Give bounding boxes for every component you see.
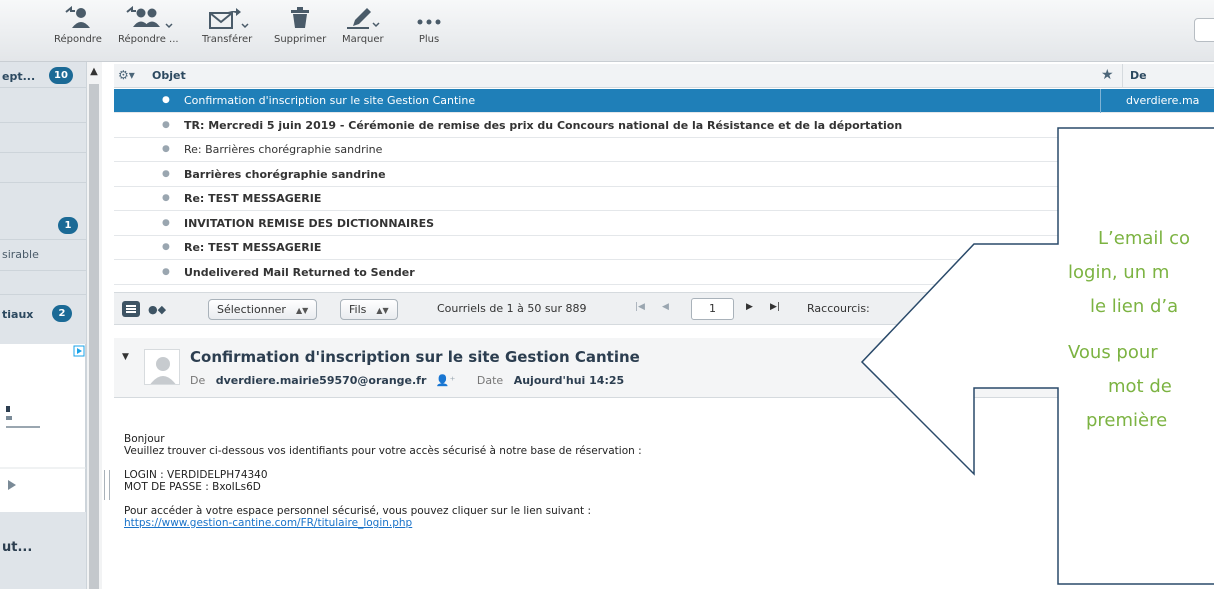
callout-arrow <box>860 127 1214 585</box>
callout-text: L’email co login, un m le lien d’a Vous … <box>1068 228 1191 431</box>
